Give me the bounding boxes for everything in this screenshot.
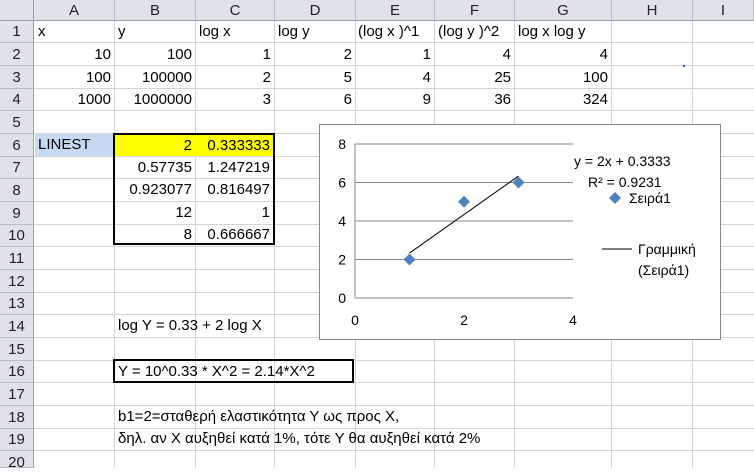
data-point [458, 195, 470, 208]
cell-b7[interactable]: 0.57735 [114, 157, 195, 179]
column-header-g[interactable]: G [515, 0, 612, 21]
cell-b8[interactable]: 0.923077 [114, 179, 195, 201]
cell-c7[interactable]: 1.247219 [195, 157, 273, 179]
cell-d2[interactable]: 2 [274, 44, 355, 66]
cell-b3[interactable]: 100000 [114, 67, 195, 89]
cell-c9[interactable]: 1 [195, 202, 273, 224]
x-tick-label: 0 [351, 312, 359, 328]
cell-b9[interactable]: 12 [114, 202, 195, 224]
row-header-15[interactable]: 15 [0, 338, 34, 361]
cell-b18-note[interactable]: b1=2=σταθερή ελαστικότητα Υ ως προς Χ, [115, 406, 515, 428]
data-point [512, 176, 525, 189]
cell-c2[interactable]: 1 [195, 44, 274, 66]
cell-a1[interactable]: x [35, 21, 115, 43]
row-header-20[interactable]: 20 [0, 451, 34, 471]
x-tick-label: 2 [460, 312, 468, 328]
column-header-d[interactable]: D [275, 0, 356, 21]
cell-f4[interactable]: 36 [434, 89, 514, 111]
cell-c4[interactable]: 3 [195, 89, 274, 111]
legend-trendline-label-2: (Σειρά1) [638, 262, 689, 278]
cell-b16-formula[interactable]: Y = 10^0.33 * X^2 = 2.14*X^2 [115, 361, 353, 382]
row-header-11[interactable]: 11 [0, 247, 34, 270]
row-header-10[interactable]: 10 [0, 225, 34, 247]
cell-d4[interactable]: 6 [274, 89, 355, 111]
cell-e2[interactable]: 1 [355, 44, 434, 66]
row-header-8[interactable]: 8 [0, 179, 34, 202]
y-tick-label: 8 [338, 136, 346, 152]
row-header-4[interactable]: 4 [0, 89, 34, 111]
row-header-5[interactable]: 5 [0, 111, 34, 134]
cell-e3[interactable]: 4 [355, 67, 434, 89]
cell-f1[interactable]: (log y )^2 [435, 21, 515, 43]
column-header-e[interactable]: E [356, 0, 435, 21]
legend-trendline-label: Γραμμική [638, 241, 696, 257]
cell-e4[interactable]: 9 [355, 89, 434, 111]
row-header-1[interactable]: 1 [0, 21, 34, 43]
cell-g1[interactable]: log x log y [515, 21, 612, 43]
data-point [403, 253, 416, 266]
column-header-h[interactable]: H [612, 0, 693, 21]
cell-c8[interactable]: 0.816497 [195, 179, 273, 201]
y-tick-label: 4 [338, 213, 346, 229]
gridline [34, 450, 754, 451]
spreadsheet: A B C D E F G H I 1 2 3 4 5 6 7 8 9 10 1… [0, 0, 754, 471]
column-header-b[interactable]: B [115, 0, 196, 21]
y-tick-label: 6 [338, 175, 346, 191]
cell-a4[interactable]: 1000 [34, 89, 114, 111]
row-header-14[interactable]: 14 [0, 315, 34, 338]
column-header-a[interactable]: A [34, 0, 115, 21]
cell-g3[interactable]: 100 [514, 67, 611, 89]
cell-b19-note[interactable]: δηλ. αν Χ αυξηθεί κατά 1%, τότε Υ θα αυξ… [115, 428, 575, 450]
row-header-6[interactable]: 6 [0, 134, 34, 157]
cell-c1[interactable]: log x [196, 21, 275, 43]
y-tick-label: 2 [338, 252, 346, 268]
trendline-equation-label: y = 2x + 0.3333 [574, 153, 671, 169]
row-header-9[interactable]: 9 [0, 202, 34, 225]
chart-canvas: 0 2 4 6 8 0 2 4 y = 2x + 0.3333 R² = 0.9231Σειρά1… [338, 136, 696, 328]
cell-a6-linest-label[interactable]: LINEST [35, 134, 114, 156]
cell-b4[interactable]: 1000000 [114, 89, 195, 111]
trendline [409, 175, 519, 254]
cell-g2[interactable]: 4 [514, 44, 611, 66]
row-header-13[interactable]: 13 [0, 293, 34, 315]
row-header-19[interactable]: 19 [0, 429, 34, 451]
scatter-chart[interactable]: 0 2 4 6 8 0 2 4 y = 2x + 0.3333 R² = 0.9231 Σειρά1… [319, 124, 721, 340]
row-header-18[interactable]: 18 [0, 406, 34, 429]
x-tick-label: 4 [569, 312, 577, 328]
row-header-17[interactable]: 17 [0, 383, 34, 406]
cell-g4[interactable]: 324 [514, 89, 611, 111]
cell-c6[interactable]: 0.333333 [195, 135, 273, 156]
legend-marker-icon [609, 192, 621, 204]
row-header-3[interactable]: 3 [0, 66, 34, 89]
column-header-i[interactable]: I [693, 0, 754, 21]
cell-f2[interactable]: 4 [434, 44, 514, 66]
select-all-corner[interactable] [0, 0, 34, 21]
cell-b1[interactable]: y [115, 21, 195, 43]
row-header-2[interactable]: 2 [0, 43, 34, 66]
cell-c3[interactable]: 2 [195, 67, 274, 89]
column-header-f[interactable]: F [435, 0, 515, 21]
cell-b10[interactable]: 8 [114, 224, 195, 246]
stray-marker-dot [683, 65, 685, 67]
column-header-c[interactable]: C [196, 0, 275, 21]
legend-series-label: Σειρά1 [629, 190, 671, 206]
cell-e1[interactable]: (log x )^1 [355, 21, 434, 43]
cell-b2[interactable]: 100 [114, 44, 195, 66]
row-header-12[interactable]: 12 [0, 270, 34, 293]
r-squared-label: R² = 0.9231 [588, 174, 662, 190]
cell-d1[interactable]: log y [275, 21, 355, 43]
cell-f3[interactable]: 25 [434, 67, 514, 89]
y-tick-label: 0 [338, 290, 346, 306]
row-header-16[interactable]: 16 [0, 361, 34, 383]
cell-a2[interactable]: 10 [34, 44, 114, 66]
row-header-7[interactable]: 7 [0, 157, 34, 179]
cell-d3[interactable]: 5 [274, 67, 355, 89]
cell-b6[interactable]: 2 [115, 135, 195, 156]
cell-a3[interactable]: 100 [34, 67, 114, 89]
cell-c10[interactable]: 0.666667 [195, 224, 273, 246]
